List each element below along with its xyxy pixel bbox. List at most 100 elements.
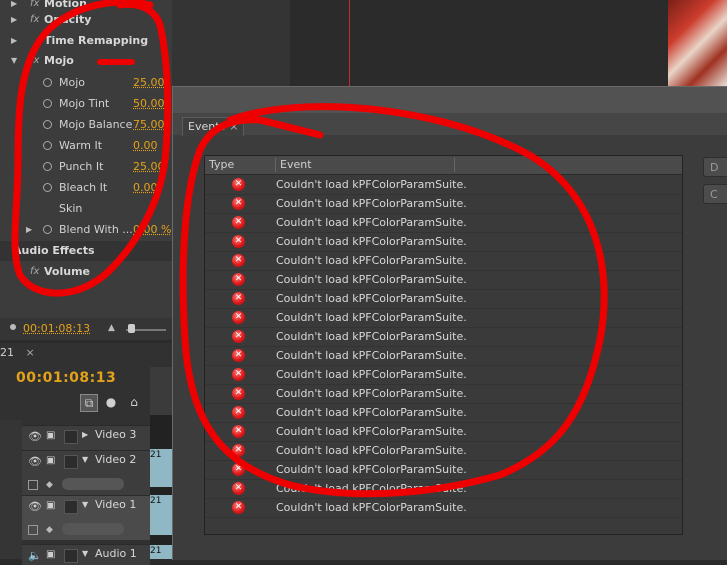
film-icon[interactable]: ▣: [46, 455, 55, 466]
stopwatch-icon[interactable]: [43, 99, 52, 108]
triangle-right-icon[interactable]: ▶: [26, 219, 32, 240]
event-row[interactable]: ✕ Couldn't load kPFColorParamSuite.: [205, 403, 682, 423]
film-icon[interactable]: ▣: [46, 430, 55, 441]
home-icon[interactable]: ⌂: [126, 394, 142, 410]
lock-toggle[interactable]: [64, 549, 78, 563]
timeline-clip[interactable]: 21: [150, 449, 172, 487]
close-icon[interactable]: ×: [229, 120, 238, 133]
close-icon[interactable]: ×: [26, 346, 35, 359]
track-header[interactable]: 🔈 ▣ ▼ Audio 1: [22, 544, 150, 565]
keyframe-navigator[interactable]: [62, 523, 124, 535]
property-value[interactable]: 25.00: [133, 72, 165, 93]
display-style-icon[interactable]: [28, 525, 38, 535]
clear-all-button[interactable]: C: [703, 184, 727, 204]
effect-property-row[interactable]: Mojo Balance 75.00: [0, 114, 172, 135]
effect-row[interactable]: ▶ fx Opacity: [0, 10, 172, 30]
triangle-down-icon[interactable]: ▼: [82, 500, 88, 509]
keyframe-diamond-icon[interactable]: ◆: [46, 525, 53, 535]
track-header[interactable]: 👁 ▣ ▼ Video 1 ◆: [22, 495, 150, 540]
event-row[interactable]: ✕ Couldn't load kPFColorParamSuite.: [205, 365, 682, 385]
event-row[interactable]: ✕ Couldn't load kPFColorParamSuite.: [205, 251, 682, 271]
column-divider[interactable]: [454, 158, 455, 172]
speaker-icon[interactable]: 🔈: [28, 549, 42, 562]
display-style-icon[interactable]: [28, 480, 38, 490]
stopwatch-icon[interactable]: [43, 120, 52, 129]
event-row[interactable]: ✕ Couldn't load kPFColorParamSuite.: [205, 232, 682, 252]
keyframe-diamond-icon[interactable]: ◆: [46, 480, 53, 490]
lock-toggle[interactable]: [64, 430, 78, 444]
column-divider[interactable]: [275, 158, 276, 172]
fx-badge-icon[interactable]: fx: [30, 51, 39, 71]
triangle-right-icon[interactable]: ▶: [11, 31, 17, 51]
dialog-titlebar[interactable]: [173, 87, 727, 113]
column-header-type[interactable]: Type: [209, 156, 234, 174]
triangle-right-icon[interactable]: ▶: [11, 10, 17, 30]
event-row[interactable]: ✕ Couldn't load kPFColorParamSuite.: [205, 194, 682, 214]
event-row[interactable]: ✕ Couldn't load kPFColorParamSuite.: [205, 441, 682, 461]
triangle-down-icon[interactable]: ▼: [82, 455, 88, 464]
event-row[interactable]: ✕ Couldn't load kPFColorParamSuite.: [205, 346, 682, 366]
property-value[interactable]: 0.00: [133, 177, 158, 198]
triangle-down-icon[interactable]: ▼: [82, 549, 88, 558]
eye-icon[interactable]: 👁: [28, 500, 42, 513]
event-row[interactable]: ✕ Couldn't load kPFColorParamSuite.: [205, 308, 682, 328]
event-row[interactable]: ✕ Couldn't load kPFColorParamSuite.: [205, 270, 682, 290]
effect-controls-timecode[interactable]: 00:01:08:13: [23, 322, 90, 335]
column-header-event[interactable]: Event: [280, 156, 312, 174]
effect-property-row[interactable]: Mojo Tint 50.00: [0, 93, 172, 114]
keyframe-navigator[interactable]: [62, 478, 124, 490]
zoom-slider-handle[interactable]: [128, 324, 135, 333]
effect-property-row[interactable]: ▶ Blend With ... 0.00 %: [0, 219, 172, 240]
zoom-out-icon[interactable]: ▲: [108, 323, 115, 333]
event-row[interactable]: ✕ Couldn't load kPFColorParamSuite.: [205, 327, 682, 347]
property-value[interactable]: 25.00: [133, 156, 165, 177]
event-row[interactable]: ✕ Couldn't load kPFColorParamSuite.: [205, 384, 682, 404]
marker-icon[interactable]: ●: [103, 394, 119, 410]
track-header[interactable]: 👁 ▣ ▶ Video 3: [22, 425, 150, 450]
fx-badge-icon[interactable]: fx: [30, 262, 39, 282]
stopwatch-icon[interactable]: [43, 225, 52, 234]
fx-badge-icon[interactable]: fx: [30, 10, 39, 30]
lock-toggle[interactable]: [64, 500, 78, 514]
effect-property-row[interactable]: Mojo 25.00: [0, 72, 172, 93]
stopwatch-icon[interactable]: [43, 141, 52, 150]
event-row[interactable]: ✕ Couldn't load kPFColorParamSuite.: [205, 289, 682, 309]
event-row[interactable]: ✕ Couldn't load kPFColorParamSuite.: [205, 479, 682, 499]
stopwatch-icon[interactable]: [43, 183, 52, 192]
lock-toggle[interactable]: [64, 455, 78, 469]
effect-row[interactable]: fx Volume: [0, 262, 172, 282]
event-row[interactable]: ✕ Couldn't load kPFColorParamSuite.: [205, 422, 682, 442]
triangle-down-icon[interactable]: ▼: [11, 51, 17, 71]
timeline-tab[interactable]: 21 ×: [0, 344, 35, 362]
events-tab[interactable]: Events ×: [182, 117, 245, 136]
property-value[interactable]: 50.00: [133, 93, 165, 114]
film-icon[interactable]: ▣: [46, 549, 55, 560]
event-row[interactable]: ✕ Couldn't load kPFColorParamSuite.: [205, 175, 682, 195]
property-value[interactable]: 75.00: [133, 114, 165, 135]
effect-property-row[interactable]: Warm It 0.00: [0, 135, 172, 156]
snap-icon[interactable]: ⧉: [80, 394, 98, 412]
property-value[interactable]: 0.00: [133, 135, 158, 156]
event-message: Couldn't load kPFColorParamSuite.: [276, 235, 467, 248]
event-message: Couldn't load kPFColorParamSuite.: [276, 311, 467, 324]
effect-property-row[interactable]: Punch It 25.00: [0, 156, 172, 177]
property-value[interactable]: 0.00 %: [133, 219, 171, 240]
details-button[interactable]: D: [703, 157, 727, 177]
stopwatch-icon[interactable]: [43, 78, 52, 87]
eye-icon[interactable]: 👁: [28, 430, 42, 443]
eye-icon[interactable]: 👁: [28, 455, 42, 468]
track-header[interactable]: 👁 ▣ ▼ Video 2 ◆: [22, 450, 150, 495]
event-row[interactable]: ✕ Couldn't load kPFColorParamSuite.: [205, 498, 682, 518]
triangle-right-icon[interactable]: ▶: [82, 430, 88, 439]
timeline-clip[interactable]: 21: [150, 495, 172, 535]
effect-row[interactable]: ▶ Time Remapping: [0, 31, 172, 51]
film-icon[interactable]: ▣: [46, 500, 55, 511]
stopwatch-icon[interactable]: [43, 162, 52, 171]
event-row[interactable]: ✕ Couldn't load kPFColorParamSuite.: [205, 460, 682, 480]
timeline-timecode[interactable]: 00:01:08:13: [16, 370, 116, 386]
event-row[interactable]: ✕ Couldn't load kPFColorParamSuite.: [205, 213, 682, 233]
timeline-clip[interactable]: 21: [150, 545, 172, 559]
effect-property-row[interactable]: Bleach It 0.00: [0, 177, 172, 198]
effect-row[interactable]: ▼ fx Mojo: [0, 51, 172, 71]
effect-property-row[interactable]: Skin: [0, 198, 172, 219]
